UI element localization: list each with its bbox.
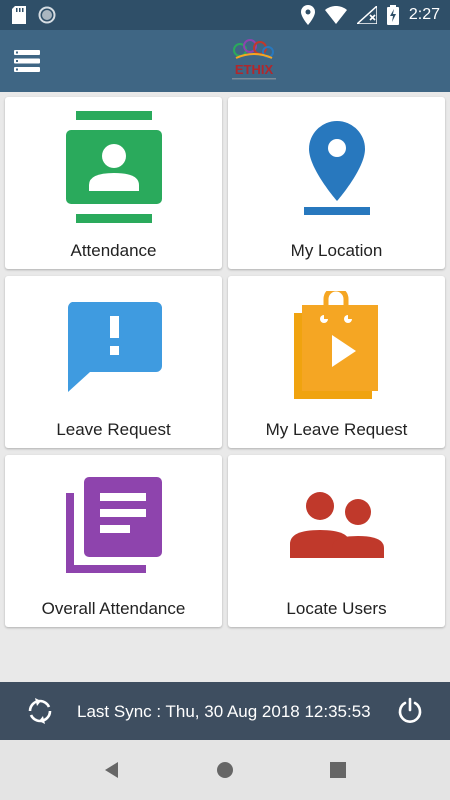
tile-leave-request[interactable]: Leave Request [5, 276, 222, 448]
chat-alert-icon [67, 302, 162, 392]
menu-icon[interactable] [14, 49, 40, 73]
home-icon[interactable] [216, 761, 234, 779]
menu-grid: Attendance My Location Leave Request My … [5, 97, 445, 627]
tile-label: My Location [290, 241, 383, 260]
sync-footer: Last Sync : Thu, 30 Aug 2018 12:35:53 [0, 682, 450, 740]
tile-label: Locate Users [286, 599, 387, 618]
back-icon[interactable] [102, 760, 122, 780]
tile-attendance[interactable]: Attendance [5, 97, 222, 269]
battery-charging-icon [386, 5, 399, 25]
tile-label: Attendance [70, 241, 157, 260]
tile-my-location[interactable]: My Location [228, 97, 445, 269]
tile-overall-attendance[interactable]: Overall Attendance [5, 455, 222, 627]
ethix-logo: ETHIX [232, 39, 276, 80]
status-bar: 2:27 [0, 0, 450, 30]
map-pin-icon [303, 121, 370, 215]
no-signal-icon [356, 6, 377, 24]
circle-icon [38, 6, 56, 24]
location-icon [300, 5, 315, 25]
tile-label: Leave Request [56, 420, 171, 439]
sd-card-icon [12, 6, 26, 24]
users-icon [289, 492, 384, 558]
tile-locate-users[interactable]: Locate Users [228, 455, 445, 627]
status-time: 2:27 [408, 6, 440, 23]
recents-icon[interactable] [330, 762, 346, 778]
tile-label: My Leave Request [265, 420, 408, 439]
app-bar: ETHIX [0, 30, 450, 92]
logo-text: ETHIX [235, 62, 274, 77]
wifi-icon [324, 6, 347, 24]
document-stack-icon [65, 477, 162, 573]
sync-icon[interactable] [26, 697, 54, 725]
system-nav-bar [0, 740, 450, 800]
tile-label: Overall Attendance [41, 599, 186, 618]
shopping-bag-play-icon [293, 291, 378, 399]
power-icon[interactable] [396, 697, 424, 725]
last-sync-text: Last Sync : Thu, 30 Aug 2018 12:35:53 [77, 702, 371, 721]
contact-card-icon [65, 111, 162, 223]
tile-my-leave-request[interactable]: My Leave Request [228, 276, 445, 448]
